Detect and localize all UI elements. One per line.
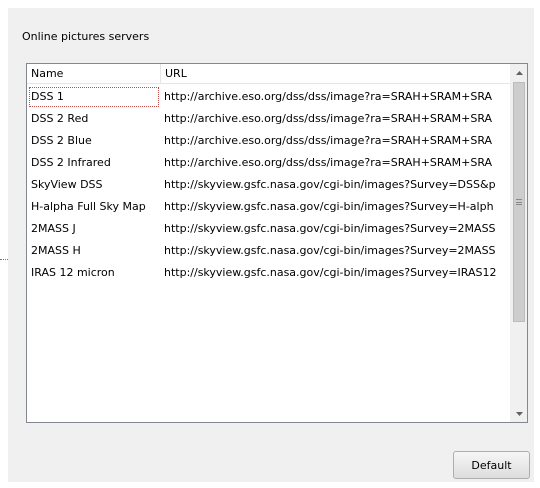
server-url: http://archive.eso.org/dss/dss/image?ra=… [164, 156, 493, 169]
column-header-name[interactable]: Name [27, 64, 161, 83]
server-name: DSS 1 [29, 87, 159, 107]
server-url: http://archive.eso.org/dss/dss/image?ra=… [164, 134, 493, 147]
servers-list[interactable]: Name URL DSS 1 http://archive.eso.org/ds… [26, 63, 528, 423]
server-name: DSS 2 Red [31, 112, 89, 125]
group-title: Online pictures servers [22, 30, 150, 43]
table-row[interactable]: DSS 2 Blue http://archive.eso.org/dss/ds… [27, 130, 511, 152]
column-header-url[interactable]: URL [161, 64, 511, 83]
table-row[interactable]: 2MASS J http://skyview.gsfc.nasa.gov/cgi… [27, 218, 511, 240]
table-row[interactable]: DSS 1 http://archive.eso.org/dss/dss/ima… [27, 86, 511, 108]
table-row[interactable]: DSS 2 Infrared http://archive.eso.org/ds… [27, 152, 511, 174]
server-url: http://skyview.gsfc.nasa.gov/cgi-bin/ima… [164, 222, 496, 235]
server-name: H-alpha Full Sky Map [31, 200, 146, 213]
server-url: http://skyview.gsfc.nasa.gov/cgi-bin/ima… [164, 244, 496, 257]
table-row[interactable]: H-alpha Full Sky Map http://skyview.gsfc… [27, 196, 511, 218]
chevron-down-icon[interactable] [511, 405, 527, 422]
server-url: http://skyview.gsfc.nasa.gov/cgi-bin/ima… [164, 200, 494, 213]
server-name: DSS 2 Infrared [31, 156, 111, 169]
server-name: 2MASS J [31, 222, 76, 235]
server-name: SkyView DSS [31, 178, 103, 191]
table-row[interactable]: IRAS 12 micron http://skyview.gsfc.nasa.… [27, 262, 511, 284]
server-url: http://skyview.gsfc.nasa.gov/cgi-bin/ima… [164, 178, 496, 191]
server-name: 2MASS H [31, 244, 81, 257]
chevron-up-icon[interactable] [511, 64, 527, 81]
scrollbar-thumb[interactable] [513, 82, 525, 322]
server-url: http://skyview.gsfc.nasa.gov/cgi-bin/ima… [164, 266, 497, 279]
table-row[interactable]: DSS 2 Red http://archive.eso.org/dss/dss… [27, 108, 511, 130]
server-name: DSS 2 Blue [31, 134, 92, 147]
server-url: http://archive.eso.org/dss/dss/image?ra=… [164, 112, 493, 125]
table-row[interactable]: 2MASS H http://skyview.gsfc.nasa.gov/cgi… [27, 240, 511, 262]
server-url: http://archive.eso.org/dss/dss/image?ra=… [164, 90, 493, 103]
grip-icon [516, 199, 522, 205]
list-header: Name URL [27, 64, 511, 84]
table-row[interactable]: SkyView DSS http://skyview.gsfc.nasa.gov… [27, 174, 511, 196]
vertical-scrollbar[interactable] [510, 64, 527, 422]
list-rows: DSS 1 http://archive.eso.org/dss/dss/ima… [27, 86, 511, 284]
server-name: IRAS 12 micron [31, 266, 115, 279]
default-button[interactable]: Default [453, 451, 530, 479]
